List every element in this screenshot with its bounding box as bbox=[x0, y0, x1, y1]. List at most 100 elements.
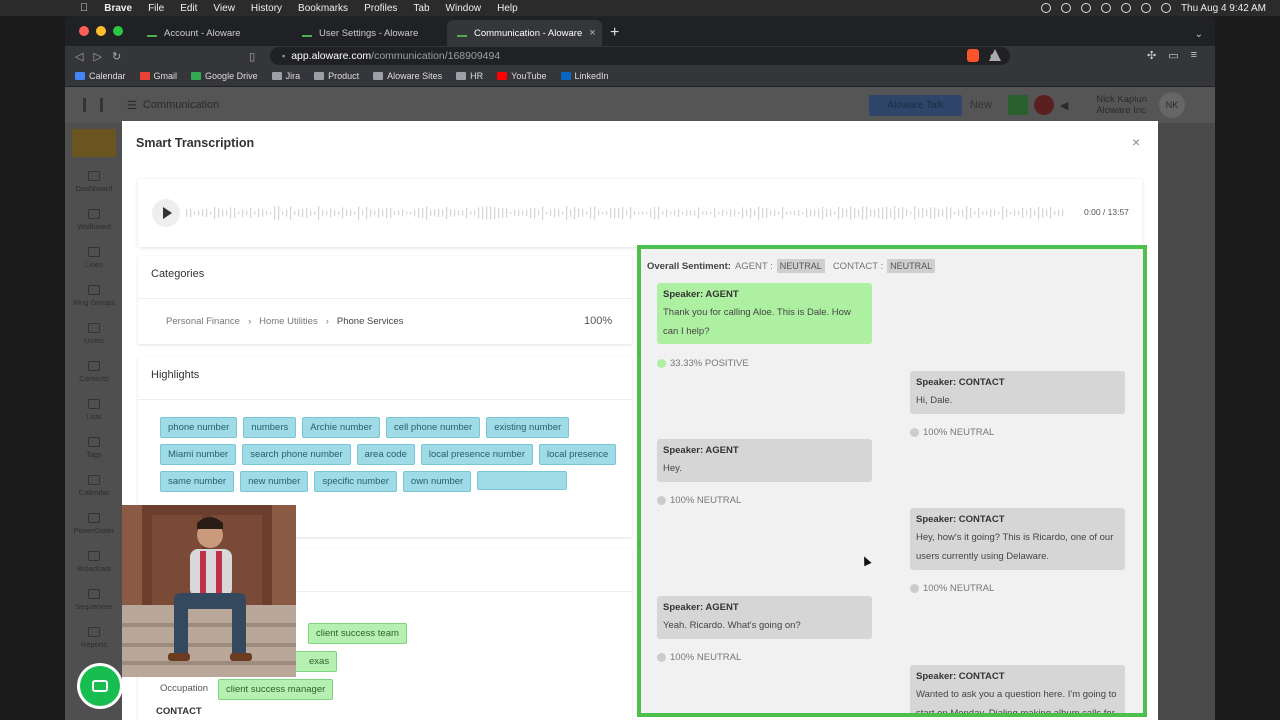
waveform-bar bbox=[970, 208, 972, 218]
address-bar[interactable]: ▪ app.aloware.com/communication/16890949… bbox=[270, 47, 1010, 65]
menu-profiles[interactable]: Profiles bbox=[356, 3, 405, 14]
forward-icon[interactable]: ▷ bbox=[93, 50, 101, 63]
search-icon[interactable] bbox=[1140, 3, 1151, 13]
bookmark-icon[interactable]: ▯ bbox=[249, 50, 255, 63]
bookmark-youtube[interactable]: YouTube bbox=[497, 71, 547, 81]
highlight-tag[interactable]: Miami number bbox=[160, 444, 237, 465]
hamburger-icon[interactable]: ☰ bbox=[127, 99, 137, 112]
user-info[interactable]: Nick Kaplun Aloware Inc bbox=[1096, 94, 1147, 116]
sidebar-item-dashboard[interactable]: Dashboard bbox=[65, 163, 123, 201]
sidebar-item-ring-groups[interactable]: Ring Groups bbox=[65, 277, 123, 315]
bookmark-google-drive[interactable]: Google Drive bbox=[191, 71, 258, 81]
brave-shields-icon[interactable] bbox=[967, 49, 979, 62]
sidebar-dialer-button[interactable] bbox=[72, 129, 116, 157]
apple-icon[interactable]:  bbox=[0, 2, 96, 14]
sidebar-item-lists[interactable]: Lists bbox=[65, 391, 123, 429]
bluetooth-icon[interactable] bbox=[1100, 3, 1111, 13]
transcript-message-contact[interactable]: Speaker: CONTACT Hey, how's it going? Th… bbox=[910, 508, 1125, 570]
menu-tab[interactable]: Tab bbox=[405, 3, 437, 14]
menu-file[interactable]: File bbox=[140, 3, 172, 14]
sidebar-item-lines[interactable]: Lines bbox=[65, 239, 123, 277]
extensions-icon[interactable]: ✣ bbox=[1147, 49, 1156, 62]
plus-icon[interactable] bbox=[1007, 95, 1028, 115]
menu-window[interactable]: Window bbox=[438, 3, 490, 14]
sidebar-item-contacts[interactable]: Contacts bbox=[65, 353, 123, 391]
highlight-tag[interactable]: numbers bbox=[243, 417, 297, 438]
sidebar-item-sequences[interactable]: Sequences bbox=[65, 581, 123, 619]
highlight-tag[interactable]: Archie number bbox=[302, 417, 381, 438]
zoom-window-button[interactable] bbox=[113, 26, 123, 36]
aloware-talk-button[interactable]: Aloware Talk bbox=[869, 94, 962, 116]
sidebar-item-powerdialer[interactable]: PowerDialer bbox=[65, 505, 123, 543]
menu-view[interactable]: View bbox=[205, 3, 243, 14]
control-center-icon[interactable] bbox=[1160, 3, 1171, 13]
transcript-message-agent[interactable]: Speaker: AGENT Thank you for calling Alo… bbox=[657, 283, 872, 344]
menu-bookmarks[interactable]: Bookmarks bbox=[290, 3, 356, 14]
new-tab-button[interactable]: + bbox=[602, 24, 627, 46]
highlight-tag[interactable]: same number bbox=[160, 471, 235, 492]
bookmark-jira[interactable]: Jira bbox=[271, 71, 300, 81]
transcript-message-agent[interactable]: Speaker: AGENT Yeah. Ricardo. What's goi… bbox=[657, 596, 872, 639]
status-icon[interactable] bbox=[1040, 3, 1051, 13]
bookmark-product[interactable]: Product bbox=[314, 71, 359, 81]
close-tab-icon[interactable]: × bbox=[589, 27, 595, 39]
occupation-tag[interactable]: client success manager bbox=[218, 679, 334, 700]
bookmark-hr[interactable]: HR bbox=[456, 71, 483, 81]
sidebar-item-wallboard[interactable]: Wallboard bbox=[65, 201, 123, 239]
highlight-tag-partial[interactable] bbox=[477, 471, 568, 490]
tab-communication[interactable]: Communication - Aloware × bbox=[447, 20, 602, 46]
sidebar-item-calendar[interactable]: Calendar bbox=[65, 467, 123, 505]
transcript-message-contact[interactable]: Speaker: CONTACT Hi, Dale. bbox=[910, 371, 1125, 414]
tab-search-icon[interactable]: ⌄ bbox=[1183, 29, 1215, 46]
highlight-tag[interactable]: own number bbox=[402, 471, 472, 492]
tab-account[interactable]: Account - Aloware bbox=[137, 20, 292, 46]
volume-icon[interactable] bbox=[1080, 3, 1091, 13]
megaphone-icon[interactable]: ◀ bbox=[1060, 99, 1068, 112]
bookmark-linkedin[interactable]: LinkedIn bbox=[560, 71, 609, 81]
play-button[interactable] bbox=[152, 199, 180, 227]
brave-rewards-icon[interactable] bbox=[989, 49, 1001, 61]
highlight-tag[interactable]: local presence number bbox=[420, 444, 533, 465]
sidebar-item-users[interactable]: Users bbox=[65, 315, 123, 353]
minimize-window-button[interactable] bbox=[96, 26, 106, 36]
tab-user-settings[interactable]: User Settings - Aloware bbox=[292, 20, 447, 46]
message-sentiment: 100% NEUTRAL bbox=[910, 583, 994, 594]
entity-tag[interactable]: client success team bbox=[308, 623, 407, 644]
waveform-bar bbox=[306, 207, 308, 219]
sidebar-item-tags[interactable]: Tags bbox=[65, 429, 123, 467]
highlight-tag[interactable]: new number bbox=[240, 471, 309, 492]
user-avatar[interactable]: NK bbox=[1159, 92, 1185, 118]
bookmark-calendar[interactable]: Calendar bbox=[75, 71, 126, 81]
wallet-icon[interactable]: ▭ bbox=[1168, 49, 1178, 62]
highlight-tag[interactable]: area code bbox=[356, 444, 415, 465]
close-window-button[interactable] bbox=[79, 26, 89, 36]
menu-brave[interactable]: Brave bbox=[96, 3, 140, 14]
menu-edit[interactable]: Edit bbox=[172, 3, 205, 14]
sidebar-item-reports[interactable]: Reports bbox=[65, 619, 123, 657]
highlight-tag[interactable]: cell phone number bbox=[386, 417, 481, 438]
highlight-tag[interactable]: phone number bbox=[160, 417, 238, 438]
wifi-icon[interactable] bbox=[1120, 3, 1131, 13]
bookmark-gmail[interactable]: Gmail bbox=[139, 71, 177, 81]
reload-icon[interactable]: ↻ bbox=[112, 50, 121, 63]
chat-widget-button[interactable] bbox=[80, 666, 120, 706]
camera-icon[interactable] bbox=[1060, 3, 1071, 13]
transcript-message-contact[interactable]: Speaker: CONTACT Wanted to ask you a que… bbox=[910, 665, 1125, 713]
menu-history[interactable]: History bbox=[243, 3, 290, 14]
sidebar-item-broadcast[interactable]: Broadcast bbox=[65, 543, 123, 581]
browser-menu-icon[interactable]: ≡ bbox=[1191, 49, 1197, 62]
help-icon[interactable] bbox=[1033, 95, 1054, 115]
waveform-bar bbox=[638, 211, 640, 215]
bookmark-aloware-sites[interactable]: Aloware Sites bbox=[373, 71, 442, 81]
menu-help[interactable]: Help bbox=[489, 3, 526, 14]
close-icon[interactable]: × bbox=[1132, 134, 1140, 150]
highlight-tag[interactable]: existing number bbox=[486, 417, 570, 438]
transcript-message-agent[interactable]: Speaker: AGENT Hey. bbox=[657, 439, 872, 482]
back-icon[interactable]: ◁ bbox=[75, 50, 83, 63]
highlight-tag[interactable]: search phone number bbox=[242, 444, 351, 465]
menubar-clock[interactable]: Thu Aug 4 9:42 AM bbox=[1181, 3, 1266, 14]
highlight-tag[interactable]: specific number bbox=[314, 471, 397, 492]
highlight-tag[interactable]: local presence bbox=[538, 444, 617, 465]
new-button[interactable]: New bbox=[970, 99, 992, 111]
audio-waveform[interactable] bbox=[186, 205, 1072, 221]
